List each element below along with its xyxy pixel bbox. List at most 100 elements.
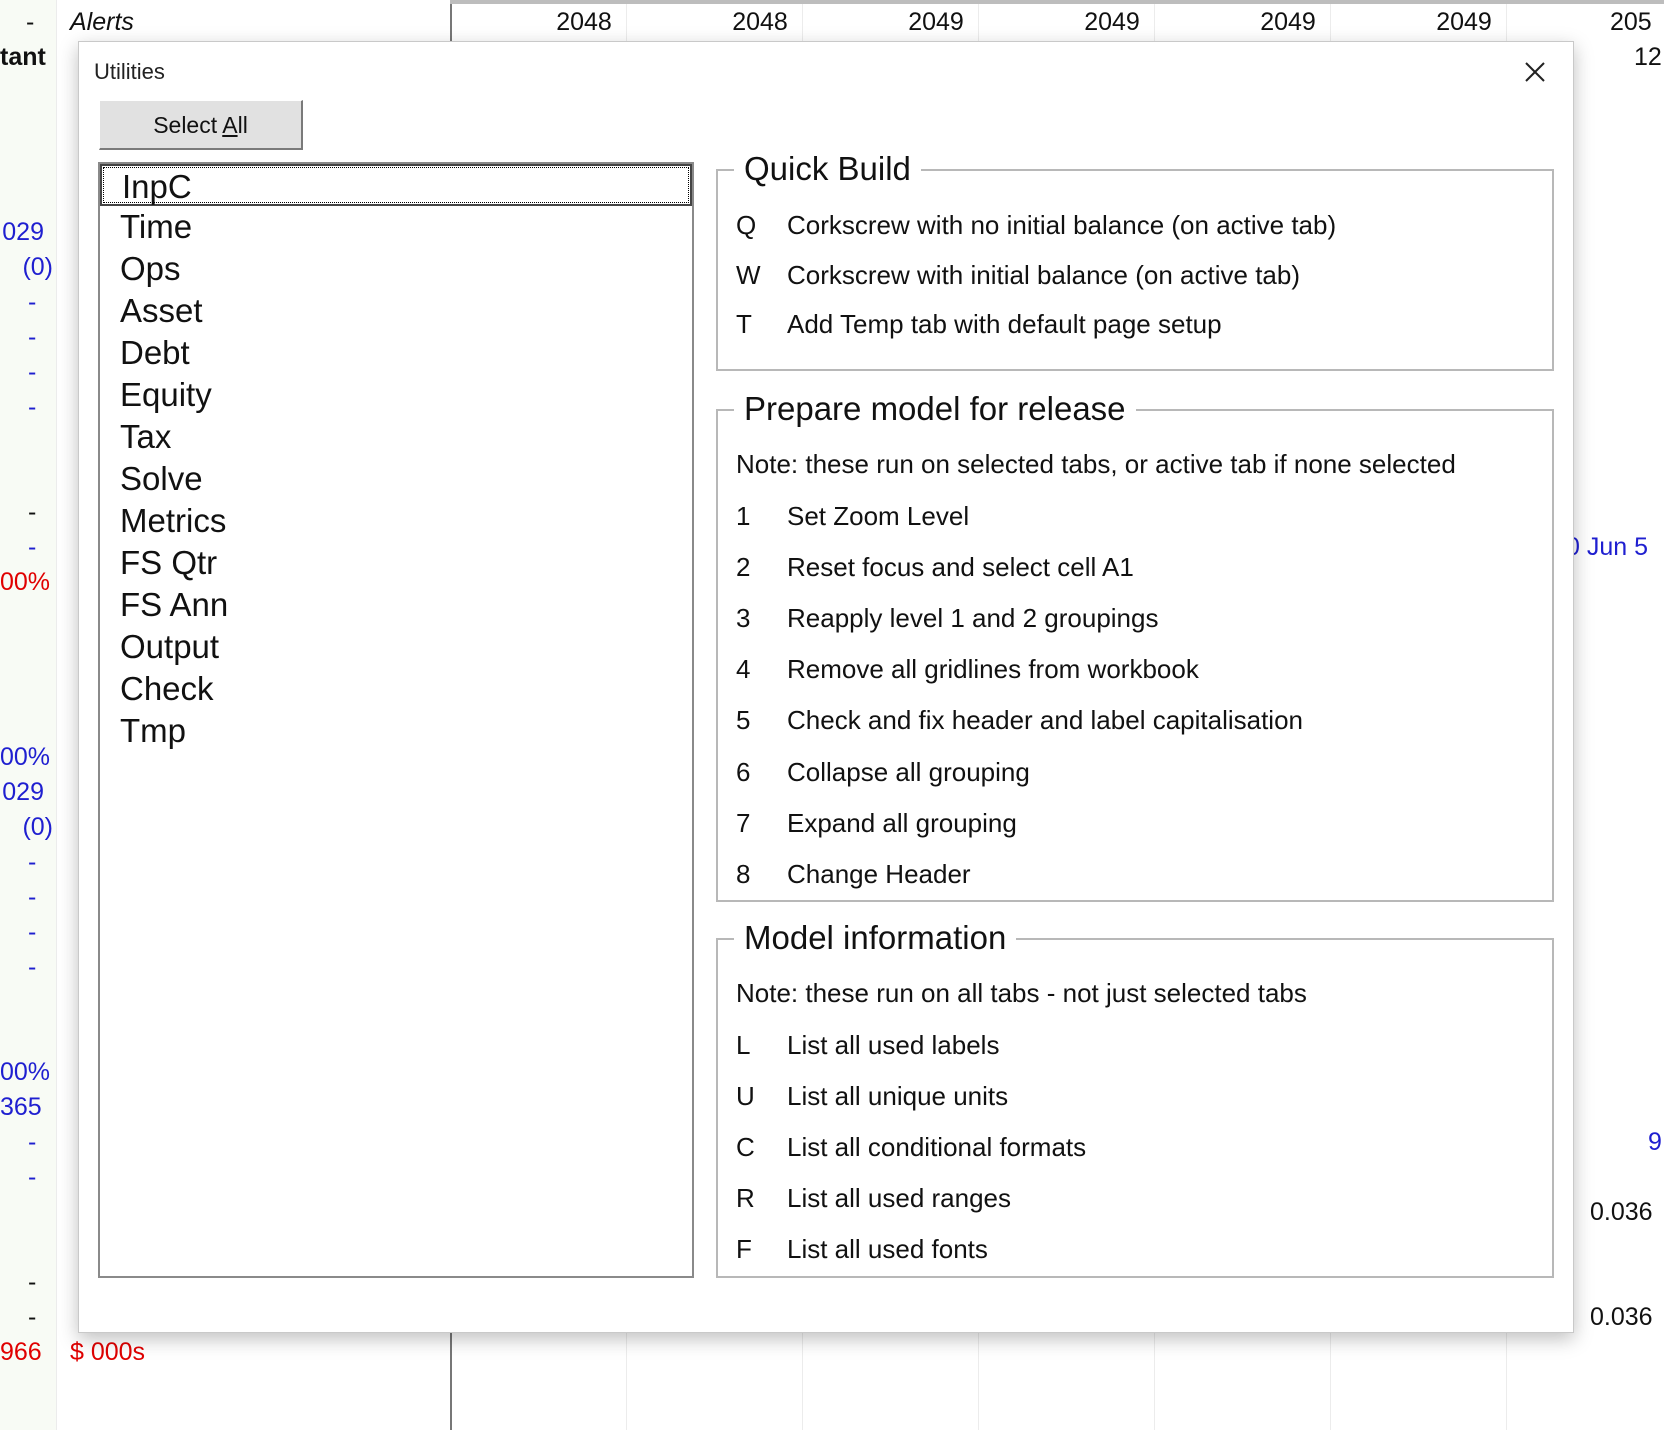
prepare-release-title: Prepare model for release xyxy=(734,389,1136,429)
sheet-cell[interactable]: - xyxy=(28,322,36,352)
sheet-cell[interactable]: 029 xyxy=(0,777,44,807)
release-item-3[interactable]: 3 Reapply level 1 and 2 groupings xyxy=(736,602,1158,634)
close-button[interactable] xyxy=(1515,52,1555,92)
tab-list-item[interactable]: Tmp xyxy=(100,710,692,752)
select-all-label-suffix: ll xyxy=(237,111,248,138)
sheet-cell[interactable]: 029 xyxy=(0,217,44,247)
shortcut-key: 8 xyxy=(736,859,751,889)
release-item-2[interactable]: 2 Reset focus and select cell A1 xyxy=(736,551,1134,583)
sheet-cell[interactable]: - xyxy=(28,1267,36,1297)
tab-list-item[interactable]: Metrics xyxy=(100,500,692,542)
prepare-release-note: Note: these run on selected tabs, or act… xyxy=(736,449,1456,479)
shortcut-key: 1 xyxy=(736,501,751,531)
year-header[interactable]: 205 xyxy=(1610,7,1652,37)
tab-list-item[interactable]: Tax xyxy=(100,416,692,458)
action-label: List all used fonts xyxy=(787,1234,988,1264)
sheet-cell[interactable]: 9 xyxy=(1648,1127,1662,1157)
sheet-cell[interactable]: $ 000s xyxy=(70,1337,145,1367)
model-info-item-r[interactable]: R List all used ranges xyxy=(736,1182,1011,1214)
model-info-item-f[interactable]: F List all used fonts xyxy=(736,1233,988,1265)
shortcut-key: C xyxy=(736,1132,755,1162)
tab-list-item[interactable]: FS Ann xyxy=(100,584,692,626)
year-header[interactable]: 2049 xyxy=(1376,7,1552,37)
release-item-1[interactable]: 1 Set Zoom Level xyxy=(736,500,969,532)
year-header[interactable]: 2048 xyxy=(496,7,672,37)
tab-list-item[interactable]: Time xyxy=(100,206,692,248)
shortcut-key: R xyxy=(736,1183,755,1213)
shortcut-key: L xyxy=(736,1030,751,1060)
sheet-cell[interactable]: 0.036 xyxy=(1590,1197,1653,1227)
shortcut-key: 2 xyxy=(736,552,751,582)
year-header[interactable]: 2049 xyxy=(1200,7,1376,37)
sheet-cell[interactable]: - xyxy=(28,357,36,387)
sheet-cell[interactable]: Alerts xyxy=(70,7,134,37)
tab-list-item[interactable]: Ops xyxy=(100,248,692,290)
tab-list-item[interactable]: FS Qtr xyxy=(100,542,692,584)
sheet-cell[interactable]: - xyxy=(28,917,36,947)
tab-list-item[interactable]: Debt xyxy=(100,332,692,374)
tab-list-item[interactable]: Equity xyxy=(100,374,692,416)
sheet-cell[interactable]: 365 xyxy=(0,1092,42,1122)
action-label: List all used labels xyxy=(787,1030,1000,1060)
release-item-5[interactable]: 5 Check and fix header and label capitali… xyxy=(736,704,1303,736)
release-item-7[interactable]: 7 Expand all grouping xyxy=(736,807,1017,839)
model-info-note: Note: these run on all tabs - not just s… xyxy=(736,978,1307,1008)
action-label: Expand all grouping xyxy=(787,808,1017,838)
sheet-cell[interactable]: tant xyxy=(0,42,46,72)
utilities-dialog: Utilities Select All InpC Time Ops Asset… xyxy=(78,41,1574,1333)
sheet-cell[interactable]: - xyxy=(26,7,34,37)
select-all-label: Select xyxy=(153,111,223,138)
sheet-cell[interactable]: 00% xyxy=(0,742,50,772)
tab-list-item[interactable]: Asset xyxy=(100,290,692,332)
release-item-8[interactable]: 8 Change Header xyxy=(736,858,971,890)
close-icon xyxy=(1525,62,1545,82)
select-all-accelerator: A xyxy=(222,111,238,138)
model-info-item-l[interactable]: L List all used labels xyxy=(736,1029,999,1061)
quick-build-item-q[interactable]: Q Corkscrew with no initial balance (on a… xyxy=(736,209,1336,241)
sheet-cell[interactable]: - xyxy=(28,882,36,912)
model-info-item-c[interactable]: C List all conditional formats xyxy=(736,1131,1086,1163)
sheet-cell[interactable]: (0) xyxy=(0,252,53,282)
release-item-6[interactable]: 6 Collapse all grouping xyxy=(736,756,1030,788)
sheet-cell[interactable]: - xyxy=(28,1162,36,1192)
tab-list[interactable]: InpC Time Ops Asset Debt Equity Tax Solv… xyxy=(98,162,694,1278)
tab-list-item[interactable]: Output xyxy=(100,626,692,668)
model-info-title: Model information xyxy=(734,918,1017,958)
year-header[interactable]: 2049 xyxy=(1024,7,1200,37)
release-item-4[interactable]: 4 Remove all gridlines from workbook xyxy=(736,653,1199,685)
sheet-cell[interactable]: 966 xyxy=(0,1337,42,1367)
tab-list-item[interactable]: InpC xyxy=(100,164,692,206)
shortcut-key: 4 xyxy=(736,654,751,684)
sheet-cell[interactable]: (0) xyxy=(0,812,53,842)
sheet-cell[interactable]: - xyxy=(28,1302,36,1332)
sheet-cell[interactable]: - xyxy=(28,532,36,562)
sheet-cell[interactable]: - xyxy=(28,287,36,317)
model-info-item-u[interactable]: U List all unique units xyxy=(736,1080,1008,1112)
shortcut-key: Q xyxy=(736,210,757,240)
sheet-cell[interactable]: 0 Jun 5 xyxy=(1566,532,1648,562)
select-all-button[interactable]: Select All xyxy=(99,100,303,150)
sheet-cell[interactable]: 0.036 xyxy=(1590,1302,1653,1332)
action-label: List all used ranges xyxy=(787,1183,1012,1213)
action-label: List all conditional formats xyxy=(787,1132,1087,1162)
tab-list-item[interactable]: Check xyxy=(100,668,692,710)
action-label: Reapply level 1 and 2 groupings xyxy=(787,603,1159,633)
sheet-cell[interactable]: - xyxy=(28,497,36,527)
action-label: Check and fix header and label capitalis… xyxy=(787,705,1304,735)
sheet-cell[interactable]: 00% xyxy=(0,567,50,597)
dialog-title: Utilities xyxy=(94,59,165,84)
sheet-cell[interactable]: - xyxy=(28,952,36,982)
sheet-cell[interactable]: - xyxy=(28,847,36,877)
sheet-cell[interactable]: 00% xyxy=(0,1057,50,1087)
sheet-cell[interactable]: - xyxy=(28,1127,36,1157)
action-label: Add Temp tab with default page setup xyxy=(787,309,1222,339)
shortcut-key: 5 xyxy=(736,705,751,735)
sheet-cell[interactable]: - xyxy=(28,392,36,422)
year-header[interactable]: 2048 xyxy=(672,7,848,37)
year-header[interactable]: 2049 xyxy=(848,7,1024,37)
action-label: Corkscrew with no initial balance (on ac… xyxy=(787,210,1337,240)
tab-list-item[interactable]: Solve xyxy=(100,458,692,500)
sheet-cell[interactable]: 12 xyxy=(1634,42,1662,72)
quick-build-item-t[interactable]: T Add Temp tab with default page setup xyxy=(736,308,1222,340)
quick-build-item-w[interactable]: W Corkscrew with initial balance (on acti… xyxy=(736,259,1300,291)
